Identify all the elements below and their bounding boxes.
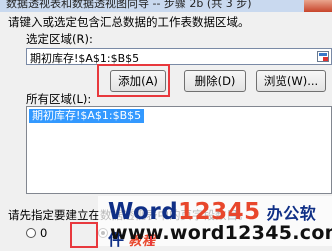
option-highlight <box>70 222 98 248</box>
red-marker <box>150 236 153 246</box>
watermark-url: www.word12345.com <box>110 222 332 244</box>
page-field-radio-0[interactable] <box>26 228 36 238</box>
title-bar: 数据透视表和数据透视图向导 -- 步骤 2b (共 3 步) <box>0 0 332 12</box>
list-item[interactable]: 期初库存!$A$1:$B$5 <box>29 109 145 123</box>
page-field-option-label: 0 <box>40 226 48 240</box>
add-button-highlight <box>97 64 170 97</box>
all-ranges-label: 所有区域(L): <box>26 92 92 106</box>
browse-button[interactable]: 浏览(W)... <box>256 70 326 92</box>
selected-range-input[interactable]: 期初库存!$A$1:$B$5 <box>26 48 332 65</box>
instruction-text: 请键入或选定包含汇总数据的工作表数据区域。 <box>8 15 250 29</box>
window-title: 数据透视表和数据透视图向导 -- 步骤 2b (共 3 步) <box>6 0 252 10</box>
selected-range-label: 选定区域(R): <box>26 32 93 46</box>
delete-button[interactable]: 删除(D) <box>184 70 246 92</box>
close-button[interactable] <box>304 0 332 12</box>
range-collapse-icon[interactable] <box>317 51 329 62</box>
all-ranges-list[interactable]: 期初库存!$A$1:$B$5 <box>26 106 332 194</box>
